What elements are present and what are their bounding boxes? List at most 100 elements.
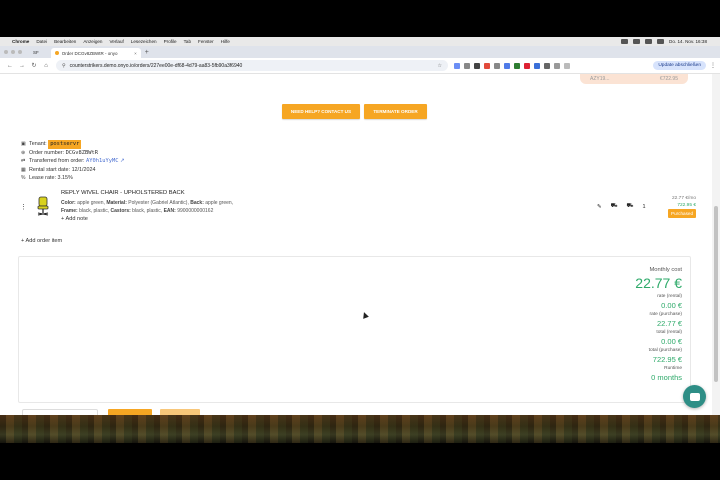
return-truck-icon[interactable]: ⛟: [627, 203, 634, 210]
extensions-bar: [454, 62, 574, 69]
cost-summary-card: Monthly cost 22.77 € rate (rental) 0.00 …: [18, 256, 691, 403]
price-summary-chip: AZY19... €722.95: [580, 74, 688, 84]
spec-value: 9900000000162: [175, 208, 214, 214]
menu-item-file[interactable]: Datei: [36, 39, 47, 44]
status-badge: Purchased: [668, 209, 696, 218]
scrollbar-thumb[interactable]: [714, 206, 718, 382]
tab-title: Order DCGv8ZBWtR - onyo: [61, 50, 118, 56]
item-total: 722.95 €: [677, 203, 696, 208]
item-menu-icon[interactable]: ⋮: [20, 203, 27, 211]
edit-icon[interactable]: ✎: [597, 204, 602, 210]
spec-key: Frame:: [61, 208, 78, 214]
close-window-button[interactable]: [4, 50, 8, 54]
address-bar[interactable]: ⚲ counterstrikers.demo.onyo.io/orders/22…: [56, 60, 448, 71]
add-note-button[interactable]: + Add note: [61, 216, 88, 222]
cost-values: Monthly cost 22.77 € rate (rental) 0.00 …: [635, 267, 682, 383]
menu-item-history[interactable]: Verlauf: [109, 39, 123, 44]
puzzle-icon[interactable]: [554, 62, 560, 69]
chip-left-text: AZY19...: [590, 76, 610, 82]
tab-order[interactable]: Order DCGv8ZBWtR - onyo ×: [50, 48, 141, 58]
update-button[interactable]: Update abschließen: [653, 61, 706, 70]
terminate-order-button[interactable]: TERMINATE ORDER: [364, 104, 427, 119]
item-rate: 22.77 €/mo: [671, 196, 696, 201]
browser-window: SF Order DCGv8ZBWtR - onyo × + ← → ↻ ⌂ ⚲…: [0, 46, 720, 415]
url-text: counterstrikers.demo.onyo.io/orders/227e…: [69, 62, 243, 69]
menubar-clock[interactable]: Do. 14. Nov. 16:38: [669, 39, 707, 44]
bookmark-star-icon[interactable]: ☆: [438, 63, 442, 69]
extension-icon[interactable]: [464, 62, 470, 69]
spec-value: apple green,: [203, 200, 234, 206]
status-icon[interactable]: [621, 39, 629, 44]
menu-item-edit[interactable]: Bearbeiten: [54, 39, 76, 44]
close-tab-icon[interactable]: ×: [134, 51, 137, 56]
extension-icon[interactable]: [494, 62, 500, 69]
rental-start-label: Rental start date:: [29, 166, 71, 173]
home-icon[interactable]: ⌂: [40, 63, 52, 69]
extension-icon[interactable]: [534, 62, 540, 69]
transferred-order-link[interactable]: AY0h1uYyMC: [86, 157, 118, 166]
extension-icon[interactable]: [454, 62, 460, 69]
menu-item-tab[interactable]: Tab: [184, 39, 191, 44]
rate-purchase-value: 22.77 €: [656, 319, 682, 328]
contact-us-button[interactable]: NEED HELP? CONTACT US: [282, 104, 360, 119]
item-actions: ✎ ⛟ ⛟ 1: [597, 203, 655, 210]
menu-item-help[interactable]: Hilfe: [221, 39, 230, 44]
site-info-icon[interactable]: ⚲: [62, 63, 66, 69]
menu-item-window[interactable]: Fenster: [198, 39, 214, 44]
total-purchase-label: total (purchase): [648, 348, 682, 353]
order-details: ▣ Tenant: postservr ⊕ Order number: DCGv…: [21, 140, 125, 183]
menu-item-profiles[interactable]: Profile: [164, 39, 177, 44]
item-spec-line-1: Color: apple green, Material: Polyester …: [61, 200, 233, 206]
spec-key: Color:: [61, 200, 76, 206]
order-number-value: DCGv8ZBWtR: [65, 149, 99, 156]
menu-item-view[interactable]: Anzeigen: [83, 39, 102, 44]
spec-key: Material:: [106, 200, 127, 206]
transferred-label: Transferred from order:: [29, 158, 85, 164]
transferred-row: ⇄ Transferred from order: AY0h1uYyMC ↗: [21, 157, 125, 166]
tenant-value: postservr: [48, 140, 82, 149]
extension-icon[interactable]: [504, 62, 510, 69]
new-tab-button[interactable]: +: [145, 49, 149, 56]
add-order-item-button[interactable]: + Add order item: [21, 238, 62, 244]
spec-value: black, plastic,: [130, 208, 164, 214]
zoom-window-button[interactable]: [18, 50, 22, 54]
extension-icon[interactable]: [544, 62, 550, 69]
extension-icon[interactable]: [484, 62, 490, 69]
extension-icon[interactable]: [514, 62, 520, 69]
wifi-icon[interactable]: [645, 39, 653, 44]
back-icon[interactable]: ←: [4, 63, 16, 69]
profile-badge[interactable]: SF: [33, 50, 39, 55]
menu-app-name[interactable]: Chrome: [12, 39, 29, 44]
favicon-icon: [54, 51, 59, 55]
tenant-label: Tenant:: [29, 141, 47, 147]
browser-toolbar: ← → ↻ ⌂ ⚲ counterstrikers.demo.onyo.io/o…: [0, 58, 720, 74]
item-price: 22.77 €/mo 722.95 € Purchased: [668, 195, 696, 218]
delivery-truck-icon[interactable]: ⛟: [611, 203, 618, 210]
rate-rental-value: 0.00 €: [661, 301, 682, 310]
item-quantity: 1: [642, 203, 646, 210]
window-controls: [4, 46, 25, 58]
page-scrollbar[interactable]: [712, 74, 720, 415]
percent-icon: %: [21, 175, 26, 181]
menu-item-bookmarks[interactable]: Lesezeichen: [131, 39, 157, 44]
item-title: REPLY WIVEL CHAIR - UPHOLSTERED BACK: [61, 190, 185, 196]
rental-start-value: 12/1/2024: [71, 166, 96, 173]
sidepanel-icon[interactable]: [564, 62, 570, 69]
forward-icon[interactable]: →: [16, 63, 28, 69]
reload-icon[interactable]: ↻: [28, 62, 40, 69]
extension-icon[interactable]: [474, 62, 480, 69]
chat-widget-button[interactable]: [683, 385, 706, 408]
lease-rate-label: Lease rate:: [29, 175, 56, 181]
total-rental-label: total (rental): [656, 330, 682, 335]
battery-icon[interactable]: [657, 39, 665, 44]
lease-rate-row: % Lease rate: 3.15%: [21, 174, 125, 183]
total-purchase-value: 722.95 €: [652, 355, 682, 364]
minimize-window-button[interactable]: [11, 50, 15, 54]
external-link-icon[interactable]: ↗: [119, 157, 125, 166]
browser-menu-icon[interactable]: ⋮: [710, 62, 716, 69]
rate-rental-label: rate (rental): [657, 294, 682, 299]
status-icon[interactable]: [633, 39, 641, 44]
runtime-label: Runtime: [664, 366, 682, 371]
spec-value: Polyester (Gabriel Atlantic),: [126, 200, 191, 206]
extension-icon[interactable]: [524, 62, 530, 69]
